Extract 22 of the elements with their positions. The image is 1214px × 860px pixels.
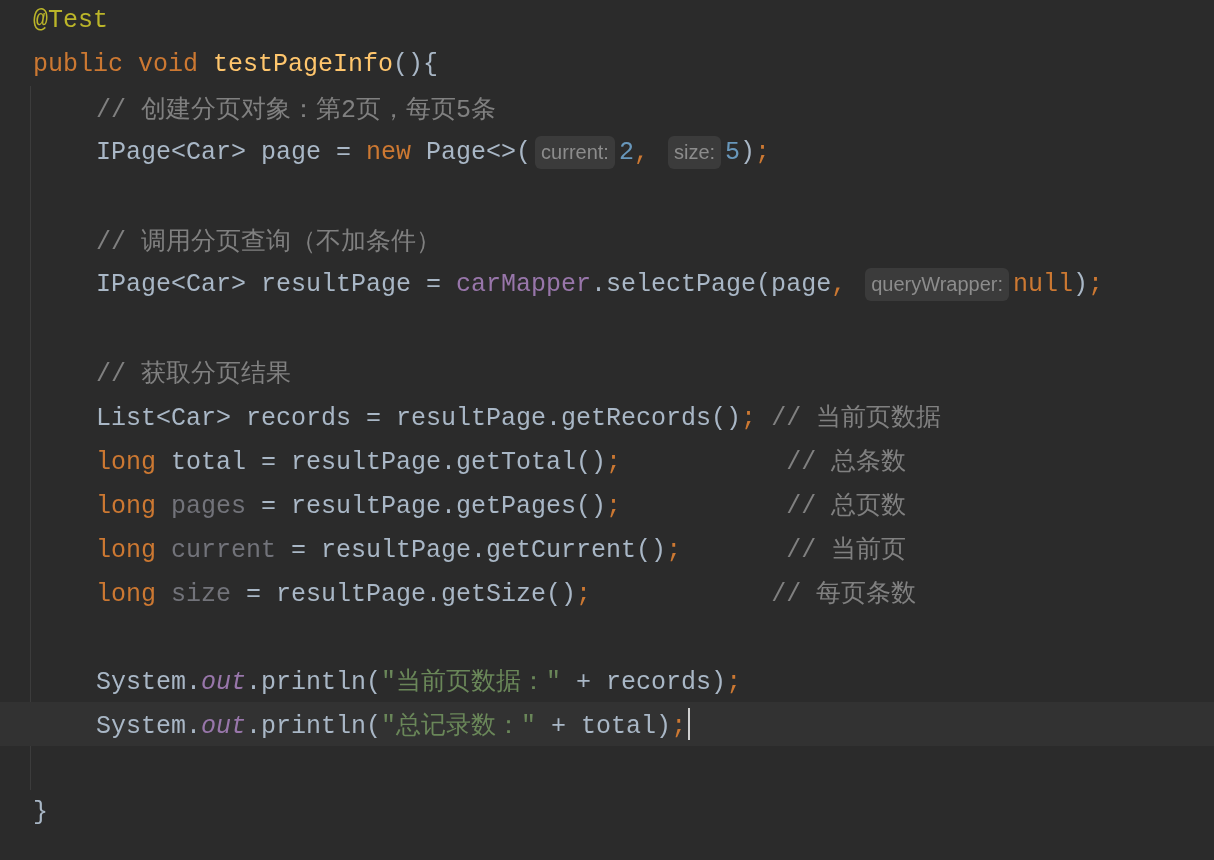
code-text: long pages = resultPage.getPages(); // 总页数: [96, 490, 907, 521]
code-text: IPage<Car> page = new Page<>(: [96, 137, 532, 167]
code-text: IPage<Car> resultPage = carMapper.selectPage(page,: [96, 269, 848, 299]
code-text: }: [33, 797, 48, 827]
code-text: long size = resultPage.getSize(); // 每页条数: [96, 578, 917, 609]
code-text: @Test: [33, 5, 108, 35]
parameter-hint: current:: [535, 135, 615, 169]
code-text: // 调用分页查询（不加条件）: [96, 226, 441, 257]
parameter-hint: queryWrapper:: [865, 267, 1010, 301]
code-text: System.out.println("当前页数据：" + records);: [96, 666, 742, 697]
parameter-hint: size:: [667, 135, 722, 169]
code-text: // 获取分页结果: [96, 358, 291, 389]
code-text: // 创建分页对象：第2页，每页5条: [96, 94, 496, 125]
code-text: null);: [1013, 269, 1104, 299]
code-text: List<Car> records = resultPage.getRecords(); // 当前页数据: [96, 402, 942, 433]
code-text: long total = resultPage.getTotal(); // 总条数: [96, 446, 907, 477]
code-text: 5);: [725, 137, 771, 167]
code-text: public void testPageInfo(){: [33, 49, 439, 79]
text-caret: [688, 708, 691, 740]
code-text: System.out.println("总记录数：" + total);: [96, 710, 687, 741]
code-text: long current = resultPage.getCurrent(); // 当前页: [96, 534, 907, 565]
code-text: 2,: [618, 137, 650, 167]
